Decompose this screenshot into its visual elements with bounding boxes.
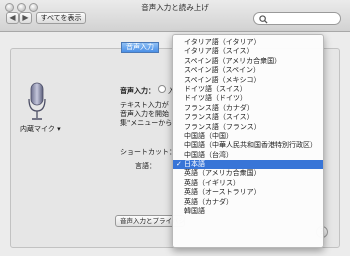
title-bar: 音声入力と読み上げ ◀ ▶ すべてを表示 — [0, 0, 350, 32]
language-option-english-uk[interactable]: 英語（イギリス） — [173, 179, 323, 188]
language-option-french-canada[interactable]: フランス語（カナダ） — [173, 104, 323, 113]
language-option-korean[interactable]: 韓国語 — [173, 207, 323, 216]
language-option-chinese-china[interactable]: 中国語（中国） — [173, 132, 323, 141]
language-option-english-canada[interactable]: 英語（カナダ） — [173, 198, 323, 207]
microphone-icon — [28, 82, 46, 120]
language-label: 言語： — [135, 162, 156, 170]
voice-input-label: 音声入力： — [120, 87, 155, 95]
shortcut-label: ショートカット： — [120, 148, 176, 156]
preferences-window: 音声入力と読み上げ ◀ ▶ すべてを表示 音声入力 内蔵マイク ▾ 音声入力： … — [0, 0, 350, 256]
voice-input-on-radio[interactable] — [158, 85, 166, 93]
language-option-spanish-spain[interactable]: スペイン語（スペイン） — [173, 66, 323, 75]
language-option-spanish-us[interactable]: スペイン語（アメリカ合衆国） — [173, 57, 323, 66]
language-option-english-us[interactable]: 英語（アメリカ合衆国） — [173, 169, 323, 178]
language-option-german-switzerland[interactable]: ドイツ語（スイス） — [173, 85, 323, 94]
language-option-french-france[interactable]: フランス語（フランス） — [173, 123, 323, 132]
back-button[interactable]: ◀ — [6, 12, 19, 24]
language-option-chinese-taiwan[interactable]: 中国語（台湾） — [173, 151, 323, 160]
search-input[interactable] — [253, 12, 341, 25]
description-line-3: 集"メニューから — [120, 119, 173, 127]
checkmark-icon: ✓ — [176, 160, 182, 169]
language-option-chinese-hongkong[interactable]: 中国語（中華人民共和国香港特別行政区） — [173, 141, 323, 150]
language-dropdown-menu: イタリア語（イタリア） イタリア語（スイス） スペイン語（アメリカ合衆国） スペ… — [172, 34, 324, 248]
language-option-japanese-label: 日本語 — [184, 160, 205, 169]
language-option-french-switzerland[interactable]: フランス語（スイス） — [173, 113, 323, 122]
language-option-english-australia[interactable]: 英語（オーストラリア） — [173, 188, 323, 197]
forward-button[interactable]: ▶ — [19, 12, 32, 24]
show-all-button[interactable]: すべてを表示 — [36, 12, 86, 24]
language-option-italian-italy[interactable]: イタリア語（イタリア） — [173, 38, 323, 47]
language-option-italian-switzerland[interactable]: イタリア語（スイス） — [173, 47, 323, 56]
language-option-spanish-mexico[interactable]: スペイン語（メキシコ） — [173, 76, 323, 85]
language-option-german-germany[interactable]: ドイツ語（ドイツ） — [173, 94, 323, 103]
tab-voice-input[interactable]: 音声入力 — [121, 42, 159, 53]
search-icon — [259, 15, 268, 24]
mic-source-dropdown[interactable]: 内蔵マイク ▾ — [20, 124, 61, 134]
